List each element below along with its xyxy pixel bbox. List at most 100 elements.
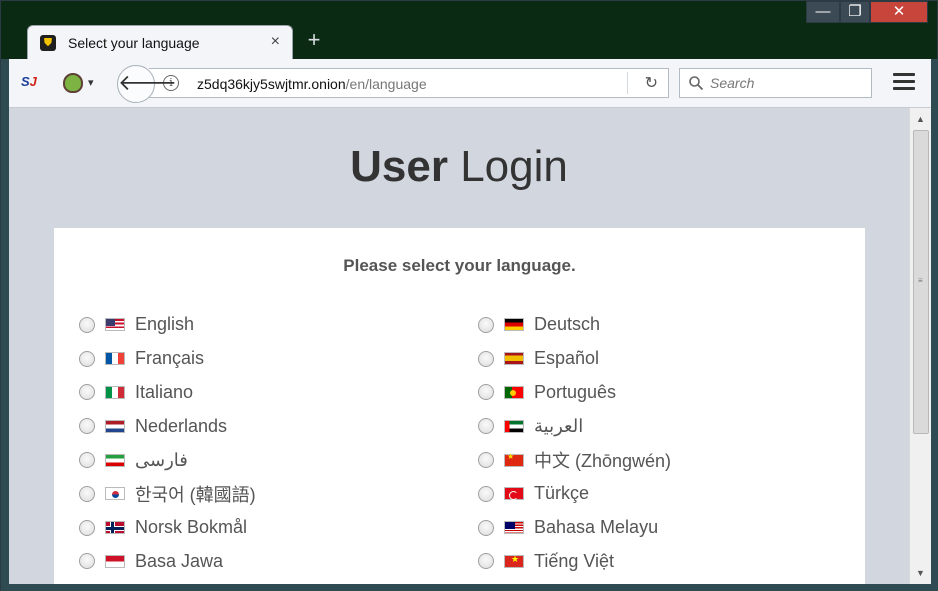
language-option-english[interactable]: English <box>79 308 439 342</box>
language-radio[interactable] <box>79 418 95 435</box>
language-option-lang-left-4[interactable]: فارسی <box>79 443 439 477</box>
language-label: Português <box>534 381 617 402</box>
language-label: 한국어 (韓國語) <box>135 484 256 505</box>
language-option-francais[interactable]: Français <box>79 342 439 376</box>
language-radio[interactable] <box>478 384 494 401</box>
language-label: Español <box>534 348 600 369</box>
back-button[interactable]: 🡐 <box>117 65 177 103</box>
language-prompt: Please select your language. <box>343 256 576 275</box>
language-option-lang-left-5[interactable]: 한국어 (韓國語) <box>79 477 439 511</box>
language-radio[interactable] <box>478 418 494 435</box>
language-radio[interactable] <box>478 350 494 367</box>
language-option-italiano[interactable]: Italiano <box>79 376 439 410</box>
tor-onion-button[interactable]: ▾ <box>63 71 103 95</box>
flag-cn-icon <box>504 452 524 467</box>
language-radio[interactable] <box>79 485 95 502</box>
search-icon <box>689 76 704 91</box>
flag-no-icon <box>105 521 125 535</box>
maximize-button[interactable]: ❐ <box>840 1 870 23</box>
flag-us-icon <box>105 318 125 332</box>
language-label: Türkçe <box>534 483 590 504</box>
tab-title: Select your language <box>68 35 200 51</box>
language-option-nederlands[interactable]: Nederlands <box>79 409 439 443</box>
flag-ae-icon <box>504 419 524 433</box>
language-label: Bahasa Melayu <box>534 517 659 538</box>
url-bar[interactable]: i z5dq36kjy5swjtmr.onion/en/language ↻ <box>149 68 669 98</box>
menu-line-icon <box>893 80 915 83</box>
vertical-scrollbar[interactable]: ▲ ≡ ▼ <box>909 108 931 584</box>
language-list-left: English Français Italiano Nederlands فارسی 한국… <box>79 308 439 578</box>
minimize-button[interactable]: — <box>806 1 840 23</box>
window-close-button[interactable]: ✕ <box>870 1 928 23</box>
tab-close-button[interactable]: × <box>271 33 280 51</box>
language-radio[interactable] <box>478 519 494 536</box>
new-tab-button[interactable]: + <box>303 29 325 51</box>
window-border-right <box>931 59 938 584</box>
language-option-lang-right-3[interactable]: العربية <box>478 409 838 443</box>
scroll-up-icon[interactable]: ▲ <box>910 110 931 128</box>
language-option-deutsch[interactable]: Deutsch <box>478 308 838 342</box>
language-label: Norsk Bokmål <box>135 517 248 538</box>
flag-kr-icon <box>105 487 125 501</box>
flag-vn-icon <box>504 554 524 568</box>
flag-it-icon <box>105 385 125 399</box>
sj-extension-icon[interactable]: SJ <box>21 74 41 92</box>
language-radio[interactable] <box>79 452 95 469</box>
page-title-light: Login <box>460 142 568 191</box>
flag-pt-icon <box>504 385 524 399</box>
language-card: Please select your language. English Fran… <box>54 228 865 584</box>
menu-line-icon <box>893 73 915 76</box>
page-title-bold: User <box>350 142 448 191</box>
language-radio[interactable] <box>79 553 95 570</box>
flag-de-icon <box>504 318 524 332</box>
language-option-zhongwen[interactable]: 中文 (Zhōngwén) <box>478 443 838 477</box>
language-option-bahasa-melayu[interactable]: Bahasa Melayu <box>478 511 838 545</box>
window-border-left <box>1 59 9 584</box>
grip-icon: ≡ <box>918 276 923 285</box>
language-label: Basa Jawa <box>135 550 224 571</box>
language-label: العربية <box>534 415 584 436</box>
language-label: Nederlands <box>135 415 228 436</box>
language-radio[interactable] <box>478 452 494 469</box>
scroll-down-icon[interactable]: ▼ <box>910 564 931 582</box>
page-title: User Login <box>9 142 909 192</box>
language-option-norsk-bokmal[interactable]: Norsk Bokmål <box>79 511 439 545</box>
chevron-down-icon: ▾ <box>88 77 94 89</box>
language-radio[interactable] <box>478 485 494 502</box>
shield-icon: ⛊ <box>40 35 56 51</box>
reload-icon[interactable]: ↻ <box>645 73 658 93</box>
url-text[interactable]: z5dq36kjy5swjtmr.onion/en/language <box>197 76 427 92</box>
search-bar[interactable] <box>679 68 872 98</box>
flag-es-icon <box>504 352 524 366</box>
language-radio[interactable] <box>79 384 95 401</box>
flag-fr-icon <box>105 352 125 366</box>
back-arrow-icon: 🡐 <box>118 70 177 95</box>
language-radio[interactable] <box>478 316 494 333</box>
url-host: z5dq36kjy5swjtmr.onion <box>197 76 346 92</box>
page-viewport: User Login Please select your language. … <box>9 108 909 584</box>
language-label: Français <box>135 348 205 369</box>
language-label: English <box>135 314 195 335</box>
language-option-turkce[interactable]: Türkçe <box>478 477 838 511</box>
flag-id-icon <box>105 554 125 568</box>
language-option-espanol[interactable]: Español <box>478 342 838 376</box>
window-controls: — ❐ ✕ <box>806 1 928 25</box>
search-input[interactable] <box>710 73 865 93</box>
language-radio[interactable] <box>79 316 95 333</box>
navigation-toolbar: SJ ▾ i z5dq36kjy5swjtmr.onion/en/languag… <box>9 59 931 108</box>
language-option-basa-jawa[interactable]: Basa Jawa <box>79 545 439 579</box>
sj-label-a: S <box>21 74 30 89</box>
hamburger-menu-button[interactable] <box>893 73 915 93</box>
flag-nl-icon <box>105 419 125 433</box>
scroll-thumb[interactable]: ≡ <box>913 130 929 434</box>
tab-select-language[interactable]: ⛊ Select your language × <box>27 25 293 59</box>
language-option-portugues[interactable]: Português <box>478 376 838 410</box>
menu-line-icon <box>893 87 915 90</box>
language-radio[interactable] <box>79 350 95 367</box>
flag-ir-icon <box>105 453 125 467</box>
language-radio[interactable] <box>478 553 494 570</box>
tab-strip: ⛊ Select your language × + — ❐ ✕ <box>1 1 937 59</box>
language-radio[interactable] <box>79 519 95 536</box>
language-list-right: Deutsch Español Português العربية 中文 (Zhōngw… <box>478 308 838 578</box>
language-option-tieng-viet[interactable]: Tiếng Việt <box>478 545 838 579</box>
